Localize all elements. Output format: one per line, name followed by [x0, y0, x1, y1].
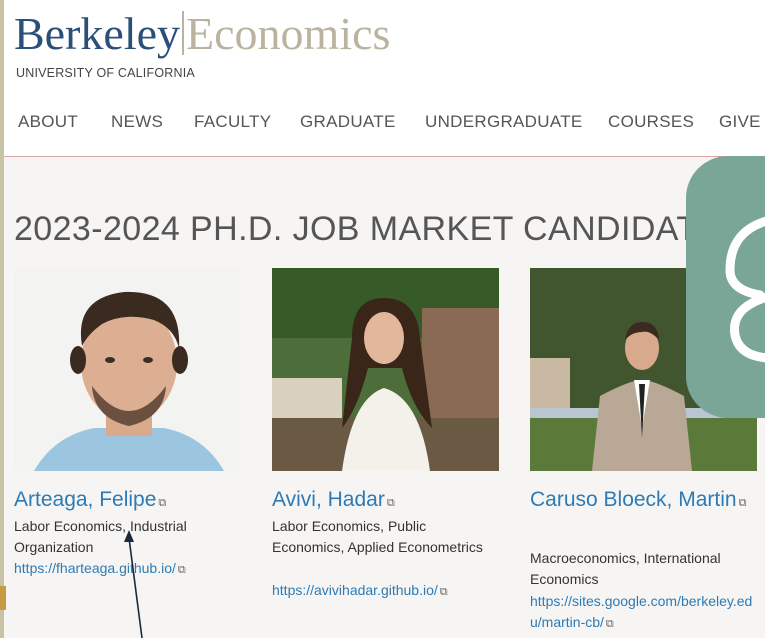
external-link-icon: ⧉ [386, 497, 395, 509]
nav-about[interactable]: ABOUT [18, 112, 78, 132]
nav-give[interactable]: GIVE [719, 112, 761, 132]
candidate-name-arteaga[interactable]: Arteaga, Felipe ⧉ [14, 484, 244, 519]
logo-divider [182, 11, 185, 55]
candidate-link-arteaga[interactable]: https://fharteaga.github.io/⧉ [14, 558, 254, 581]
candidate-photo-arteaga[interactable] [14, 268, 241, 471]
nav-courses[interactable]: COURSES [608, 112, 694, 132]
site-logo[interactable]: Berkeley Economics [14, 8, 390, 60]
candidate-link-avivi[interactable]: https://avivihadar.github.io/⧉ [272, 580, 512, 603]
candidate-fields-arteaga: Labor Economics, Industrial Organization [14, 518, 187, 555]
candidate-name-avivi[interactable]: Avivi, Hadar ⧉ [272, 484, 502, 519]
candidate-photo-avivi[interactable] [272, 268, 499, 471]
candidate-fields-avivi: Labor Economics, Public Economics, Appli… [272, 518, 483, 555]
main-nav: ABOUT NEWS FACULTY GRADUATE UNDERGRADUAT… [4, 112, 765, 138]
nav-faculty[interactable]: FACULTY [194, 112, 271, 132]
external-link-icon: ⧉ [158, 497, 167, 509]
page-title: 2023-2024 PH.D. JOB MARKET CANDIDATES [14, 210, 744, 248]
logo-berkeley: Berkeley [14, 8, 181, 59]
external-link-icon: ⧉ [177, 564, 186, 576]
candidate-name-caruso-bloeck[interactable]: Caruso Bloeck, Martin ⧉ [530, 484, 750, 519]
nav-news[interactable]: NEWS [111, 112, 163, 132]
site-header: Berkeley Economics UNIVERSITY OF CALIFORN… [4, 0, 765, 157]
nav-graduate[interactable]: GRADUATE [300, 112, 396, 132]
external-link-icon: ⧉ [605, 618, 614, 630]
left-edge-blob [0, 586, 6, 610]
overlay-app-logo-icon [725, 216, 765, 363]
external-link-icon: ⧉ [439, 586, 448, 598]
candidate-link-caruso-bloeck[interactable]: https://sites.google.com/berkeley.edu/ma… [530, 591, 762, 635]
candidate-fields-caruso-bloeck: Macroeconomics, International Economics [530, 550, 721, 587]
page: Berkeley Economics UNIVERSITY OF CALIFORN… [0, 0, 765, 638]
nav-undergraduate[interactable]: UNDERGRADUATE [425, 112, 583, 132]
university-subtitle: UNIVERSITY OF CALIFORNIA [16, 66, 195, 80]
external-link-icon: ⧉ [738, 497, 747, 509]
logo-economics: Economics [186, 8, 391, 59]
